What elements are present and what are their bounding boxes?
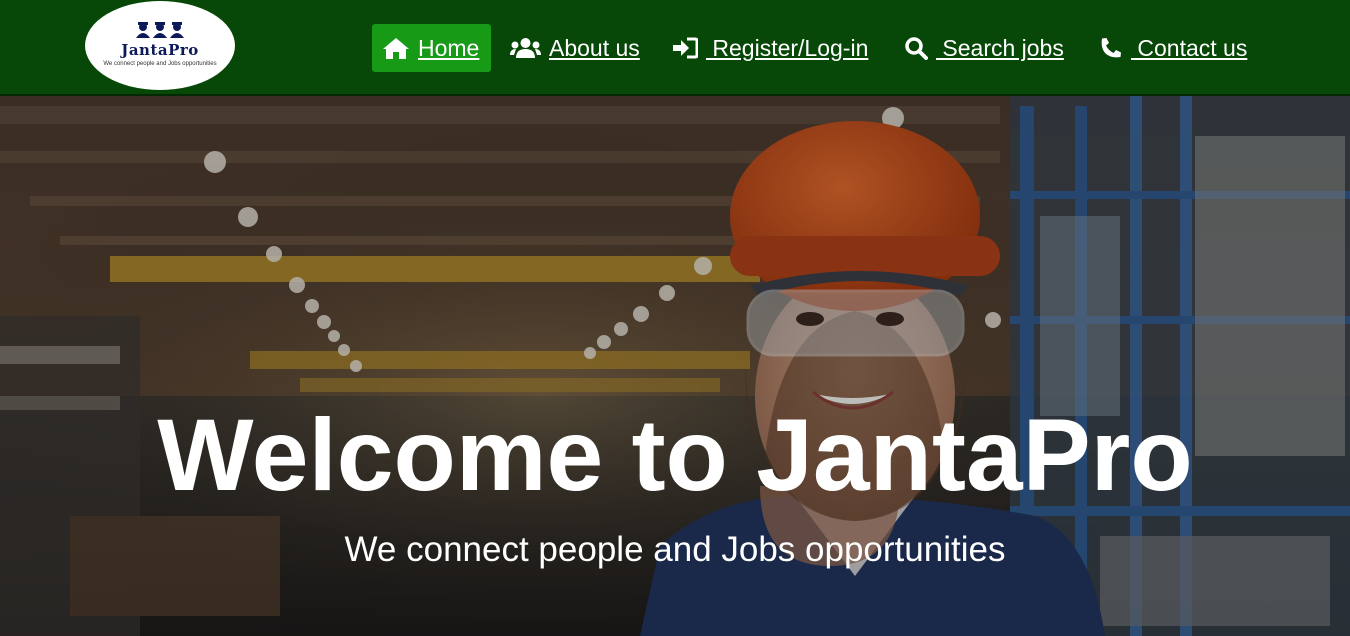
nav-about-us-label: About us bbox=[549, 34, 640, 61]
brand-logo[interactable]: JantaPro We connect people and Jobs oppo… bbox=[85, 1, 235, 90]
users-icon bbox=[510, 38, 541, 58]
nav-search-jobs[interactable]: Search jobs bbox=[904, 24, 1064, 72]
nav-search-jobs-label: Search jobs bbox=[936, 34, 1064, 61]
nav-contact-us[interactable]: Contact us bbox=[1099, 24, 1247, 72]
top-navbar: JantaPro We connect people and Jobs oppo… bbox=[0, 0, 1350, 96]
people-icon bbox=[136, 22, 184, 38]
phone-icon bbox=[1101, 38, 1121, 58]
hero-title: Welcome to JantaPro bbox=[157, 398, 1193, 512]
brand-name: JantaPro bbox=[121, 41, 199, 59]
brand-tagline: We connect people and Jobs opportunities bbox=[103, 61, 217, 67]
home-icon bbox=[383, 38, 409, 59]
nav-contact-us-label: Contact us bbox=[1131, 34, 1248, 61]
search-icon bbox=[905, 37, 928, 60]
sign-in-icon bbox=[673, 37, 698, 59]
hero-subtitle: We connect people and Jobs opportunities bbox=[344, 530, 1006, 569]
hero-section: Welcome to JantaPro We connect people an… bbox=[0, 96, 1350, 636]
nav-home[interactable]: Home bbox=[372, 24, 491, 72]
nav-register-login[interactable]: Register/Log-in bbox=[672, 24, 868, 72]
nav-home-label: Home bbox=[418, 34, 480, 61]
nav-register-login-label: Register/Log-in bbox=[706, 34, 869, 61]
nav-about-us[interactable]: About us bbox=[510, 24, 640, 72]
